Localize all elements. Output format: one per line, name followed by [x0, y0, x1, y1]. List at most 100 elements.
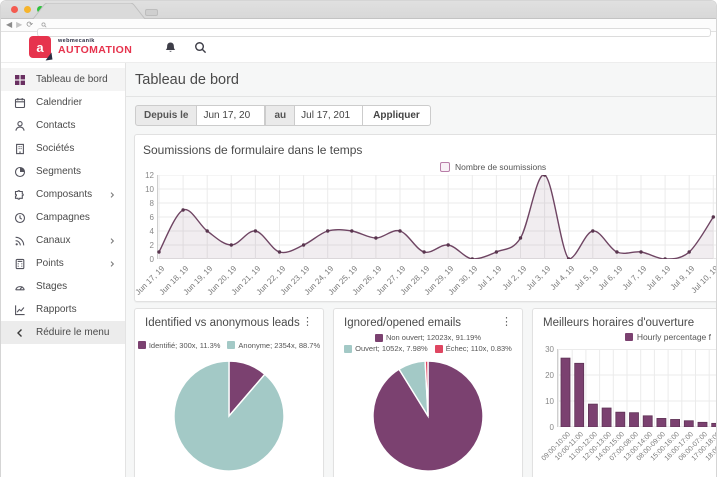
line-chart-canvas	[157, 175, 717, 259]
line-legend-label: Nombre de soumissions	[455, 162, 546, 172]
search-icon[interactable]	[194, 41, 207, 54]
forward-button[interactable]: ▶	[16, 21, 22, 29]
widgets-row: Identified vs anonymous leads ⋮ Identifi…	[134, 308, 717, 477]
axis-tick-label: 12	[141, 171, 154, 180]
sidebar-item-label: Segments	[36, 166, 81, 177]
legend-label: Anonyme; 2354x, 88.7%	[238, 341, 320, 350]
axis-tick-label: 0	[141, 255, 154, 264]
bell-icon[interactable]	[164, 41, 177, 54]
sidebar-item-label: Composants	[36, 189, 92, 200]
browser-window: ◀ ▶ ⟳ a webmecanik AUTOMATION Tableau de…	[0, 0, 717, 477]
sidebar-collapse-label: Réduire le menu	[36, 327, 109, 338]
legend-swatch-icon	[435, 345, 443, 353]
legend-label: Non ouvert; 12023x, 91.19%	[386, 333, 481, 342]
axis-tick-label: 0	[541, 423, 554, 432]
date-from-label: Depuis le	[135, 105, 197, 126]
line-chart-legend[interactable]: Nombre de soumissions	[143, 162, 709, 172]
kebab-menu-icon[interactable]: ⋮	[302, 317, 313, 328]
sidebar-item-tableau-de-bord[interactable]: Tableau de bord	[1, 68, 125, 91]
kebab-menu-icon[interactable]: ⋮	[501, 317, 512, 328]
legend-item-echec[interactable]: Échec; 110x, 0.83%	[435, 344, 512, 353]
logo-text-big: AUTOMATION	[58, 45, 132, 56]
form-submissions-card: Soumissions de formulaire dans le temps …	[134, 134, 717, 302]
sidebar-item-points[interactable]: Points	[1, 252, 125, 275]
date-to-label: au	[265, 105, 295, 126]
minimize-button[interactable]	[24, 6, 31, 13]
chevron-right-icon	[108, 260, 116, 268]
legend-swatch-icon	[440, 162, 450, 172]
legend-swatch-icon	[625, 333, 633, 341]
panel-title: Meilleurs horaires d'ouverture	[543, 317, 694, 329]
refresh-button[interactable]: ⟳	[26, 21, 33, 29]
legend-item-identifie[interactable]: Identifié; 300x, 11.3%	[138, 333, 221, 357]
chart-icon	[14, 304, 26, 316]
logo-icon[interactable]: a	[29, 36, 51, 58]
date-to-input[interactable]	[295, 105, 363, 126]
axis-tick-label: 20	[541, 371, 554, 380]
sidebar-item-campagnes[interactable]: Campagnes	[1, 206, 125, 229]
legend-item-ouvert[interactable]: Ouvert; 1052x, 7.98%	[344, 344, 428, 353]
user-icon	[14, 120, 26, 132]
close-button[interactable]	[11, 6, 18, 13]
axis-tick-label: 30	[541, 345, 554, 354]
gauge-icon	[14, 281, 26, 293]
sidebar-item-label: Canaux	[36, 235, 70, 246]
sidebar-item-canaux[interactable]: Canaux	[1, 229, 125, 252]
pie-chart-leads	[172, 359, 286, 473]
legend-label: Ouvert; 1052x, 7.98%	[355, 344, 428, 353]
sidebar-collapse-button[interactable]: Réduire le menu	[1, 321, 125, 344]
app-body: Tableau de bord Calendrier Contacts Société…	[1, 63, 716, 477]
apply-button[interactable]: Appliquer	[363, 105, 431, 126]
pie-legend: Identifié; 300x, 11.3%Anonyme; 2354x, 88…	[145, 333, 313, 357]
pie-chart-emails	[371, 359, 485, 473]
browser-tab-bar	[1, 1, 716, 19]
chevron-right-icon	[108, 191, 116, 199]
sidebar-item-rapports[interactable]: Rapports	[1, 298, 125, 321]
grid-icon	[14, 74, 26, 86]
axis-tick-label: 8	[141, 199, 154, 208]
sidebar-item-contacts[interactable]: Contacts	[1, 114, 125, 137]
puzzle-icon	[14, 189, 26, 201]
legend-swatch-icon	[375, 334, 383, 342]
pie-icon	[14, 166, 26, 178]
legend-swatch-icon	[344, 345, 352, 353]
chevron-left-icon	[14, 327, 26, 339]
line-chart-plot: 024681012 Jun 17, 19Jun 18, 19Jun 19, 19…	[157, 175, 709, 299]
ignored-opened-emails-panel: Ignored/opened emails ⋮ Non ouvert; 1202…	[333, 308, 523, 477]
legend-swatch-icon	[227, 341, 235, 349]
legend-swatch-icon	[138, 341, 146, 349]
sidebar-item-calendrier[interactable]: Calendrier	[1, 91, 125, 114]
sidebar-item-label: Contacts	[36, 120, 75, 131]
logo-text[interactable]: webmecanik AUTOMATION	[58, 39, 132, 56]
legend-item-non-ouvert[interactable]: Non ouvert; 12023x, 91.19%	[375, 333, 481, 342]
legend-label: Échec; 110x, 0.83%	[446, 344, 512, 353]
browser-tab[interactable]	[31, 3, 147, 19]
chevron-right-icon	[108, 237, 116, 245]
sidebar-item-label: Sociétés	[36, 143, 74, 154]
axis-tick-label: 4	[141, 227, 154, 236]
bar-chart-legend[interactable]: Hourly percentage f	[543, 332, 711, 342]
search-icon	[41, 22, 47, 28]
sidebar-item-segments[interactable]: Segments	[1, 160, 125, 183]
bar-chart-canvas	[557, 349, 717, 427]
new-tab-button[interactable]	[145, 9, 158, 16]
sidebar-nav: Tableau de bord Calendrier Contacts Société…	[1, 68, 125, 321]
sidebar-item-stages[interactable]: Stages	[1, 275, 125, 298]
sidebar: Tableau de bord Calendrier Contacts Société…	[1, 63, 126, 477]
clock-icon	[14, 212, 26, 224]
sidebar-item-composants[interactable]: Composants	[1, 183, 125, 206]
sidebar-item-label: Points	[36, 258, 64, 269]
bar-chart-plot: 0102030 09:00-10:0010:00-11:0011:00-12:0…	[557, 349, 711, 469]
sidebar-item-societes[interactable]: Sociétés	[1, 137, 125, 160]
panel-title: Identified vs anonymous leads	[145, 317, 300, 329]
sidebar-item-label: Calendrier	[36, 97, 82, 108]
page-title: Tableau de bord	[126, 63, 717, 97]
axis-tick-label: 10	[141, 185, 154, 194]
date-from-input[interactable]	[197, 105, 265, 126]
legend-item-anonyme[interactable]: Anonyme; 2354x, 88.7%	[227, 333, 320, 357]
date-filter: Depuis le au Appliquer	[126, 97, 717, 134]
back-button[interactable]: ◀	[6, 21, 12, 29]
panel-title: Ignored/opened emails	[344, 317, 461, 329]
url-bar[interactable]	[37, 28, 711, 37]
app-header: a webmecanik AUTOMATION	[1, 32, 716, 63]
